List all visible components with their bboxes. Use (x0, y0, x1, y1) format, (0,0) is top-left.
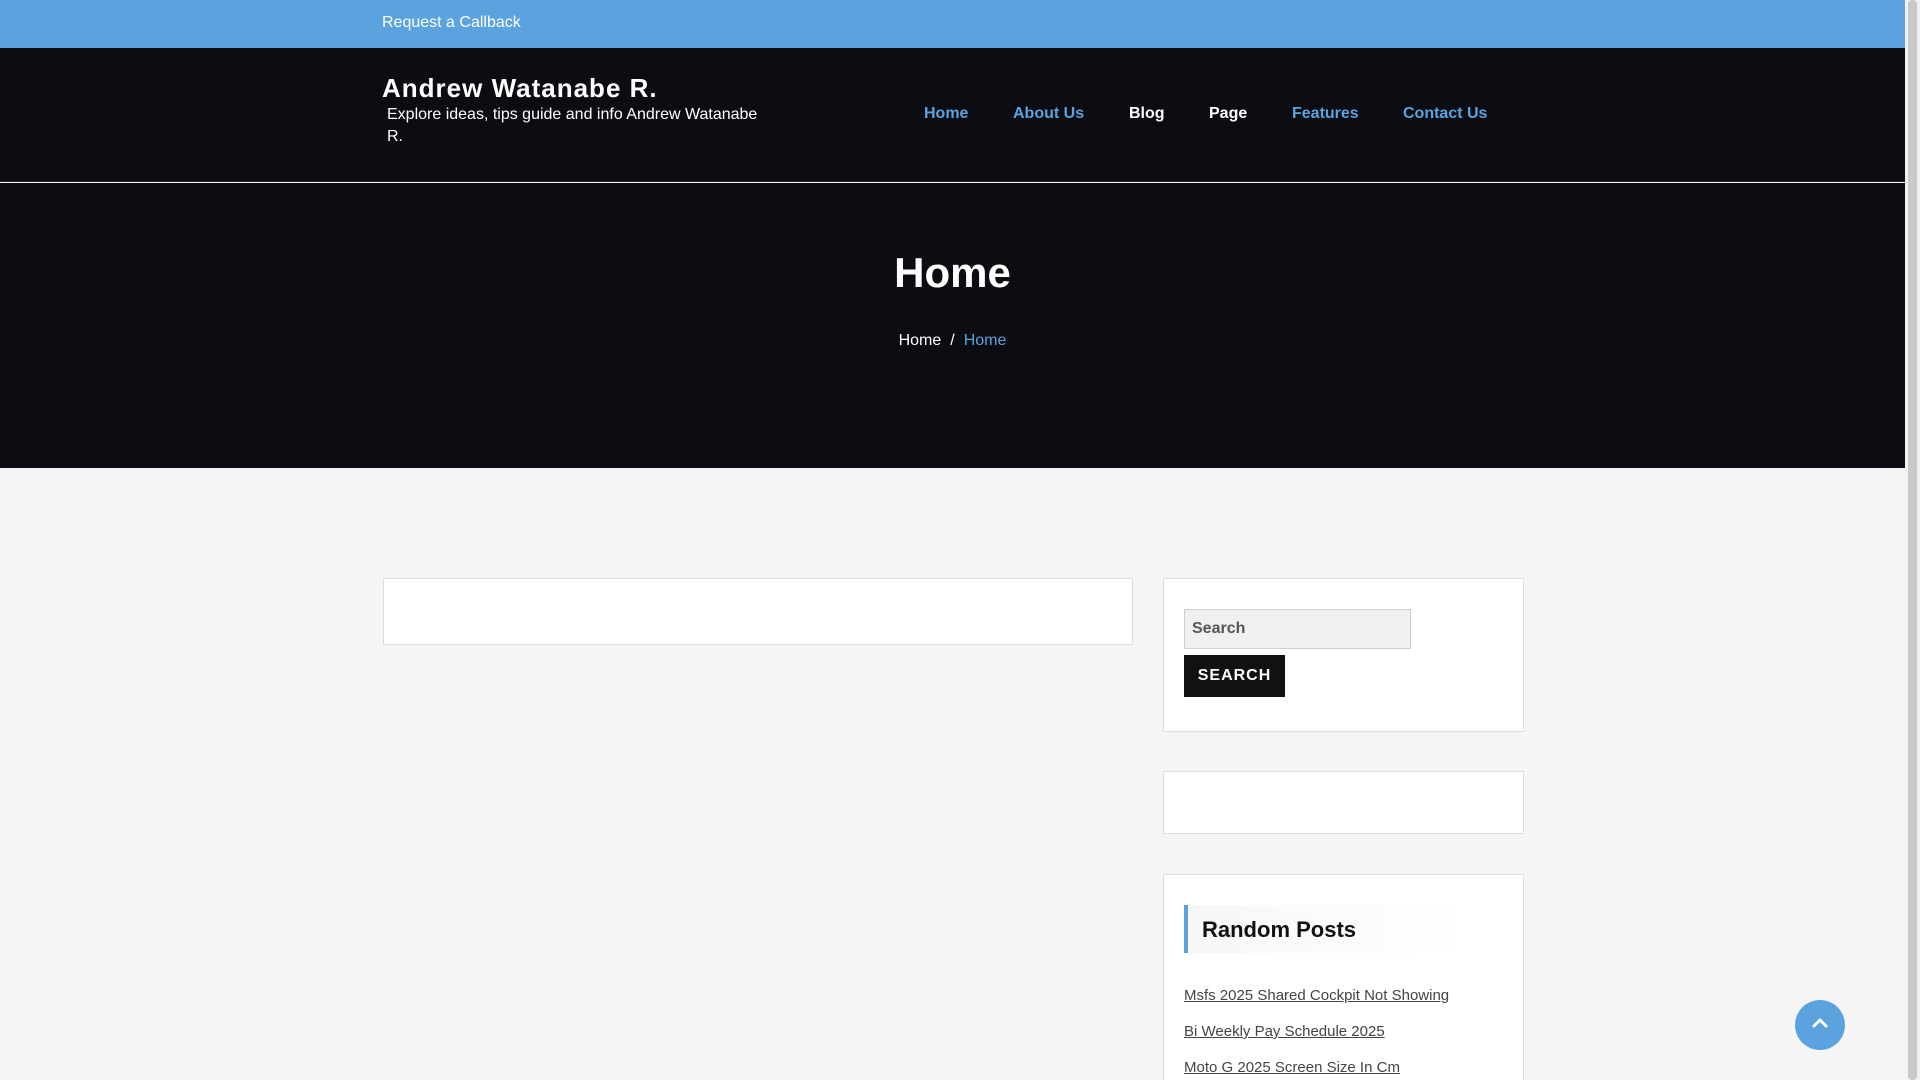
nav-item-home[interactable]: Home (924, 105, 968, 123)
page-hero: Home Home / Home (0, 183, 1905, 468)
random-posts-widget: Random Posts Msfs 2025 Shared Cockpit No… (1163, 874, 1524, 1080)
breadcrumb-current: Home (963, 332, 1007, 349)
list-item: Msfs 2025 Shared Cockpit Not Showing (1184, 987, 1449, 1023)
search-widget: SEARCH (1163, 578, 1524, 732)
site-title[interactable]: Andrew Watanabe R. (382, 73, 658, 104)
nav-item-about-us[interactable]: About Us (1013, 105, 1084, 123)
post-link[interactable]: Bi Weekly Pay Schedule 2025 (1184, 1023, 1385, 1040)
nav-item-page[interactable]: Page (1209, 105, 1247, 123)
scrollbar-thumb[interactable] (1908, 0, 1917, 1080)
widget-title-bar: Random Posts (1184, 905, 1469, 953)
nav-item-blog[interactable]: Blog (1129, 105, 1165, 123)
empty-widget (1163, 771, 1524, 834)
site-header: Andrew Watanabe R. Explore ideas, tips g… (0, 48, 1905, 182)
post-link[interactable]: Msfs 2025 Shared Cockpit Not Showing (1184, 987, 1449, 1004)
random-posts-title: Random Posts (1202, 917, 1357, 942)
nav-item-features[interactable]: Features (1292, 105, 1359, 123)
post-link[interactable]: Moto G 2025 Screen Size In Cm (1184, 1059, 1400, 1076)
top-bar: Request a Callback (0, 0, 1905, 48)
breadcrumb: Home / Home (0, 332, 1905, 350)
request-callback-link[interactable]: Request a Callback (382, 14, 521, 32)
page-title: Home (894, 249, 1011, 296)
search-input[interactable] (1184, 609, 1411, 649)
nav-item-contact-us[interactable]: Contact Us (1403, 105, 1487, 123)
page-scrollbar[interactable] (1905, 0, 1920, 1080)
site-description: Explore ideas, tips guide and info Andre… (387, 106, 758, 145)
breadcrumb-separator: / (950, 332, 955, 349)
search-button[interactable]: SEARCH (1184, 655, 1285, 697)
list-item: Bi Weekly Pay Schedule 2025 (1184, 1023, 1449, 1059)
list-item: Moto G 2025 Screen Size In Cm (1184, 1059, 1449, 1080)
chevron-up-icon (1812, 1016, 1828, 1034)
back-to-top-button[interactable] (1795, 1000, 1845, 1050)
breadcrumb-home-link[interactable]: Home (899, 332, 942, 349)
main-content-card (383, 578, 1133, 645)
random-posts-list: Msfs 2025 Shared Cockpit Not Showing Bi … (1184, 987, 1449, 1080)
